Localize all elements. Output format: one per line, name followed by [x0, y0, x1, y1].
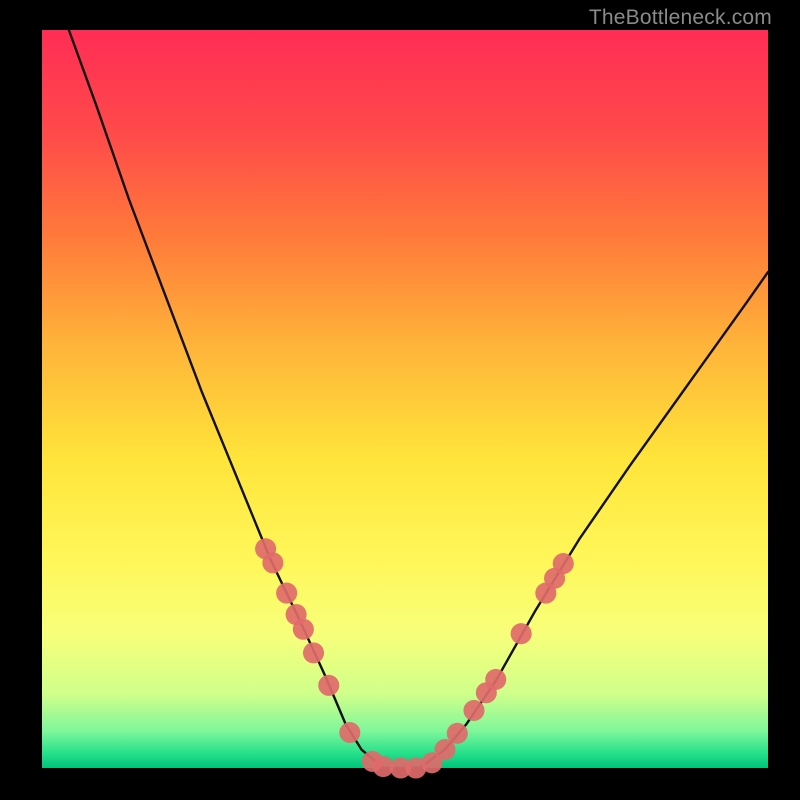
plot-area	[42, 30, 768, 768]
data-bead	[262, 552, 283, 573]
data-bead	[276, 583, 297, 604]
data-bead	[511, 623, 532, 644]
data-bead	[318, 675, 339, 696]
watermark-text: TheBottleneck.com	[589, 6, 772, 30]
data-beads-group	[255, 538, 574, 778]
chart-svg	[42, 30, 768, 768]
chart-stage: TheBottleneck.com	[0, 0, 800, 800]
data-bead	[339, 722, 360, 743]
bottleneck-curve	[69, 30, 768, 768]
data-bead	[447, 723, 468, 744]
data-bead	[485, 669, 506, 690]
data-bead	[463, 700, 484, 721]
data-bead	[303, 642, 324, 663]
data-bead	[553, 553, 574, 574]
data-bead	[293, 619, 314, 640]
